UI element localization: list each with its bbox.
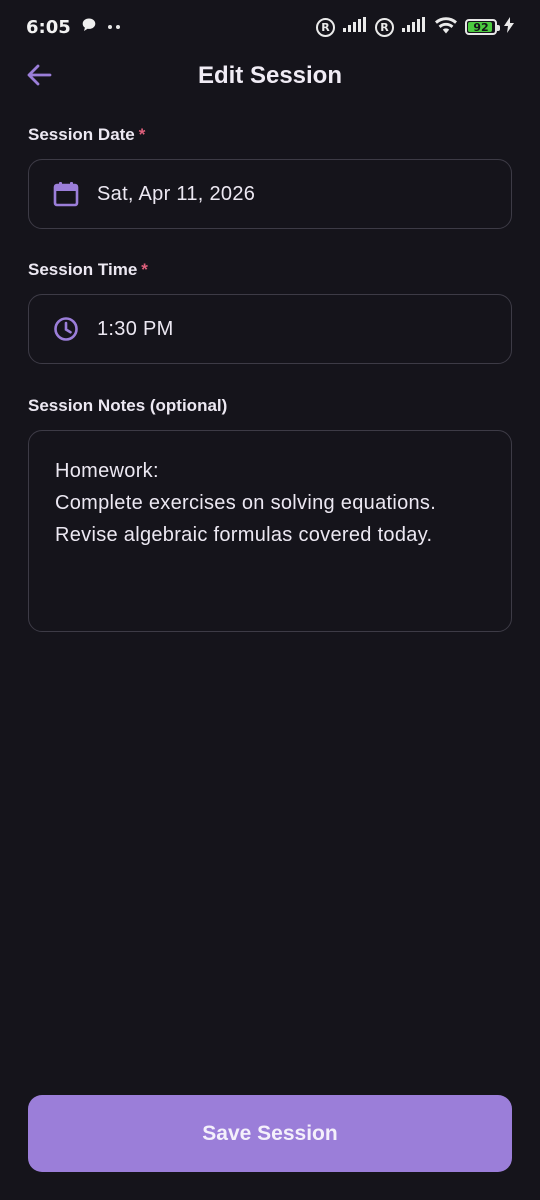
session-time-field[interactable]: 1:30 PM (28, 294, 512, 364)
required-marker: * (138, 125, 146, 144)
arrow-left-icon (26, 63, 52, 92)
battery-percent: 92 (473, 20, 489, 34)
signal-icon (401, 16, 427, 38)
clock-icon (53, 316, 79, 342)
wifi-icon (434, 16, 458, 39)
status-bar: 6:05 R R 92 (0, 0, 540, 54)
session-notes-label: Session Notes (optional) (28, 396, 228, 415)
session-time-label-text: Session Time (28, 260, 138, 279)
notes-line: Homework: (55, 460, 159, 482)
save-session-button[interactable]: Save Session (28, 1095, 512, 1172)
signal-icon (342, 16, 368, 38)
notes-line: Revise algebraic formulas covered today. (55, 524, 433, 546)
page-title: Edit Session (197, 62, 343, 89)
session-date-value: Sat, Apr 11, 2026 (97, 182, 256, 205)
required-marker: * (141, 260, 148, 279)
battery-icon: 92 (465, 19, 500, 35)
dots-icon (107, 18, 121, 36)
session-date-label-text: Session Date (28, 125, 135, 144)
battery-cap (497, 25, 500, 31)
notes-line: Complete exercises on solving equations. (55, 492, 437, 514)
registered-icon: R (316, 17, 335, 37)
registered-icon: R (375, 17, 394, 37)
session-date-label: Session Date * (28, 125, 145, 145)
status-bar-left: 6:05 (26, 17, 121, 38)
calendar-icon (53, 181, 79, 207)
session-notes-textarea[interactable]: Homework: Complete exercises on solving … (28, 430, 512, 632)
charging-icon (504, 16, 514, 38)
session-date-field[interactable]: Sat, Apr 11, 2026 (28, 159, 512, 229)
back-button[interactable] (22, 60, 56, 94)
status-bar-right: R R 92 (316, 16, 514, 39)
session-time-value: 1:30 PM (97, 317, 174, 340)
session-time-label: Session Time * (28, 260, 148, 280)
status-time: 6:05 (26, 16, 71, 38)
chat-bubble-icon (81, 17, 97, 38)
app-header: Edit Session (0, 54, 540, 98)
